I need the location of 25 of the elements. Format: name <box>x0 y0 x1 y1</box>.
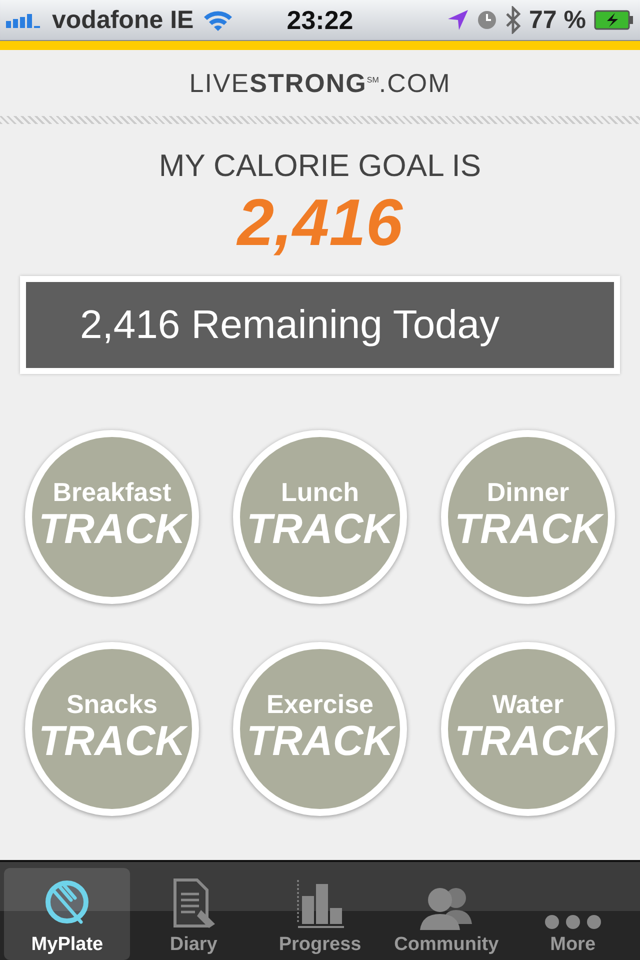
track-button[interactable]: Snacks TRACK <box>25 642 199 816</box>
alarm-clock-icon <box>477 10 498 30</box>
livestrong-logo: LIVESTRONG$^{SM}$.COM <box>189 68 451 98</box>
goal-label: MY CALORIE GOAL IS <box>158 148 482 184</box>
tab-button[interactable]: Diary <box>130 868 257 960</box>
carrier-name: vodafone IE <box>52 6 194 34</box>
clock-time: 23:22 <box>286 4 354 36</box>
track-button[interactable]: Dinner TRACK <box>441 430 615 604</box>
track-button[interactable]: Water TRACK <box>441 642 615 816</box>
goal-value: 2,416 <box>237 184 403 260</box>
track-button[interactable]: Breakfast TRACK <box>25 430 199 604</box>
track-button[interactable]: Exercise TRACK <box>233 642 407 816</box>
remaining-text: 2,416 Remaining Today <box>80 302 500 348</box>
bar-chart-icon <box>296 878 344 930</box>
tab-button[interactable]: Community <box>383 868 510 960</box>
location-arrow-icon <box>447 9 470 31</box>
battery-charging-icon <box>594 10 634 30</box>
tab-button[interactable]: MyPlate <box>4 868 130 960</box>
track-button[interactable]: Lunch TRACK <box>233 430 407 604</box>
bluetooth-icon <box>505 6 522 34</box>
more-dots-icon <box>544 914 602 930</box>
tab-button[interactable]: More <box>510 868 636 960</box>
battery-percent: 77 % <box>529 6 586 34</box>
document-pen-icon <box>170 878 217 930</box>
tab-button[interactable]: Progress <box>256 868 384 960</box>
